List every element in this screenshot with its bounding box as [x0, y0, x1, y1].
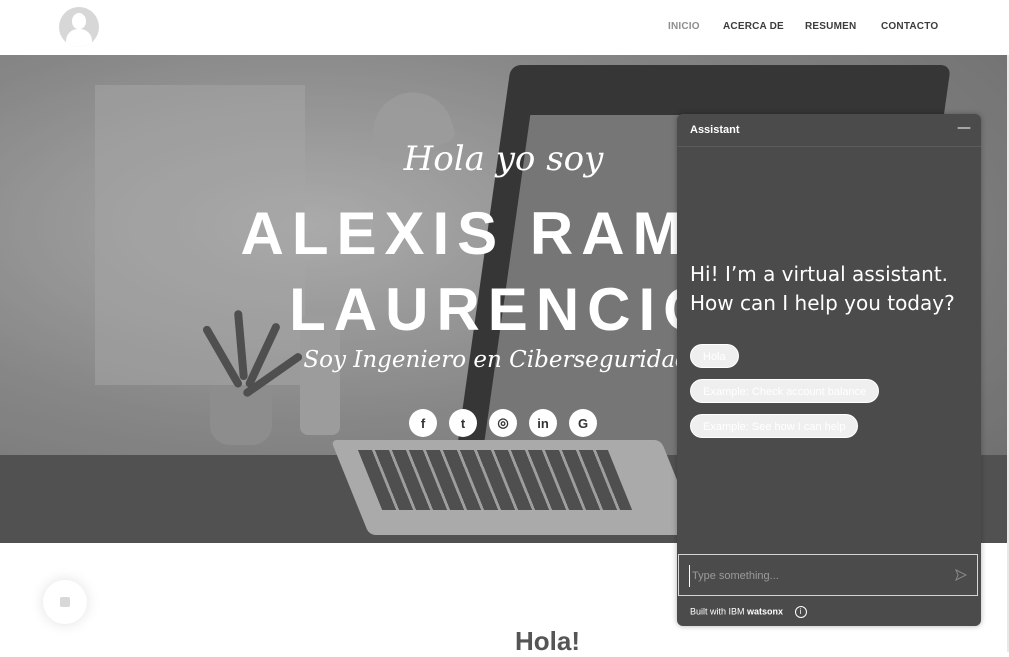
nav-item-acerca-de[interactable]: ACERCA DE — [723, 21, 784, 32]
send-icon[interactable] — [955, 569, 967, 581]
suggestion-chip-hola[interactable]: Hola — [690, 344, 739, 368]
footer-brand: watsonx — [747, 606, 784, 617]
linkedin-icon[interactable]: in — [529, 409, 557, 437]
suggestion-chip-see-help[interactable]: Example: See how I can help — [690, 414, 859, 438]
nav-item-contacto[interactable]: CONTACTO — [881, 21, 938, 32]
assistant-message-input[interactable] — [689, 565, 944, 587]
floating-action-button[interactable] — [43, 580, 87, 624]
nav-item-inicio[interactable]: INICIO — [668, 21, 700, 32]
nav-item-resumen[interactable]: RESUMEN — [805, 21, 856, 32]
minimize-icon[interactable]: — — [956, 121, 972, 137]
avatar-logo[interactable] — [59, 7, 99, 47]
assistant-header: Assistant — — [677, 114, 981, 147]
twitter-icon[interactable]: t — [449, 409, 477, 437]
assistant-title: Assistant — [690, 124, 740, 136]
info-icon[interactable]: i — [794, 606, 807, 618]
section-heading: Hola! — [515, 626, 580, 656]
assistant-greeting-message: Hi! I’m a virtual assistant. How can I h… — [690, 262, 955, 315]
navbar: INICIO ACERCA DE RESUMEN CONTACTO — [0, 0, 1009, 55]
avatar-head-shape — [72, 13, 86, 29]
google-icon[interactable]: G — [569, 409, 597, 437]
footer-prefix: Built with IBM — [690, 606, 748, 617]
social-links: f t ◎ in G — [409, 409, 597, 437]
instagram-icon[interactable]: ◎ — [489, 409, 517, 437]
assistant-panel: Assistant — Hi! I’m a virtual assistant.… — [677, 114, 981, 626]
assistant-footer: Built with IBM watsonx i — [690, 606, 807, 618]
avatar-body-shape — [66, 29, 92, 47]
assistant-input-box — [678, 554, 978, 596]
facebook-icon[interactable]: f — [409, 409, 437, 437]
suggestion-chip-check-balance[interactable]: Example: Check account balance — [690, 379, 880, 403]
stop-icon — [60, 597, 70, 607]
